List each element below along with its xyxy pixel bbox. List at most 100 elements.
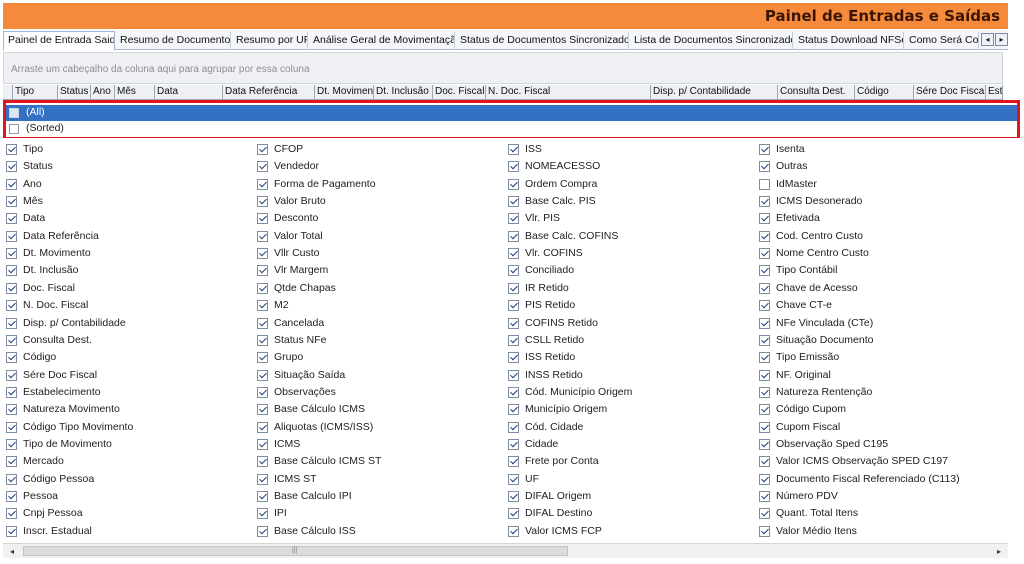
field-checkbox[interactable]: [6, 265, 17, 276]
field-checkbox[interactable]: [759, 144, 770, 155]
field-checkbox[interactable]: [508, 144, 519, 155]
field-checkbox[interactable]: [759, 179, 770, 190]
field-option[interactable]: Base Cálculo ISS: [254, 524, 494, 541]
field-checkbox[interactable]: [6, 526, 17, 537]
field-option[interactable]: Doc. Fiscal: [3, 281, 243, 298]
column-header-mes[interactable]: Mês: [115, 85, 155, 100]
tab-scroll-right-icon[interactable]: ▸: [995, 33, 1008, 46]
column-header-codigo[interactable]: Código: [855, 85, 914, 100]
field-checkbox[interactable]: [759, 370, 770, 381]
field-option[interactable]: ICMS: [254, 437, 494, 454]
field-checkbox[interactable]: [759, 300, 770, 311]
field-option[interactable]: Documento Fiscal Referenciado (C113): [756, 472, 996, 489]
field-checkbox[interactable]: [257, 300, 268, 311]
field-checkbox[interactable]: [759, 387, 770, 398]
field-option[interactable]: Base Calc. COFINS: [505, 229, 745, 246]
field-option[interactable]: Vendedor: [254, 159, 494, 176]
field-checkbox[interactable]: [257, 439, 268, 450]
field-checkbox[interactable]: [508, 474, 519, 485]
field-option[interactable]: COFINS Retido: [505, 316, 745, 333]
field-option[interactable]: Base Calculo IPI: [254, 489, 494, 506]
field-option[interactable]: NOMEACESSO: [505, 159, 745, 176]
field-option[interactable]: Cod. Centro Custo: [756, 229, 996, 246]
tab-resumo-uf[interactable]: Resumo por UF: [232, 32, 308, 50]
field-option[interactable]: INSS Retido: [505, 368, 745, 385]
field-checkbox[interactable]: [257, 387, 268, 398]
field-option[interactable]: Forma de Pagamento: [254, 177, 494, 194]
field-option[interactable]: Quant. Total Itens: [756, 506, 996, 523]
scroll-right-arrow-icon[interactable]: ▸: [992, 545, 1006, 558]
field-option[interactable]: UF: [505, 472, 745, 489]
group-by-panel[interactable]: Arraste um cabeçalho da coluna aqui para…: [3, 52, 1003, 84]
field-checkbox[interactable]: [508, 439, 519, 450]
field-checkbox[interactable]: [6, 144, 17, 155]
field-option[interactable]: ISS: [505, 142, 745, 159]
field-checkbox[interactable]: [508, 161, 519, 172]
column-header-sere-doc-fiscal[interactable]: Sére Doc Fiscal: [914, 85, 986, 100]
field-option[interactable]: M2: [254, 298, 494, 315]
field-option[interactable]: Status NFe: [254, 333, 494, 350]
field-checkbox[interactable]: [6, 196, 17, 207]
field-option[interactable]: N. Doc. Fiscal: [3, 298, 243, 315]
scrollbar-thumb[interactable]: |||: [23, 546, 568, 556]
field-checkbox[interactable]: [508, 508, 519, 519]
field-checkbox[interactable]: [6, 508, 17, 519]
field-checkbox[interactable]: [6, 439, 17, 450]
field-option[interactable]: Efetivada: [756, 211, 996, 228]
field-checkbox[interactable]: [257, 144, 268, 155]
field-checkbox[interactable]: [759, 474, 770, 485]
field-checkbox[interactable]: [257, 370, 268, 381]
field-option[interactable]: Data: [3, 211, 243, 228]
field-option[interactable]: Código: [3, 350, 243, 367]
field-checkbox[interactable]: [759, 248, 770, 259]
field-option[interactable]: Situação Documento: [756, 333, 996, 350]
field-option[interactable]: ICMS Desonerado: [756, 194, 996, 211]
tab-resumo-documentos[interactable]: Resumo de Documentos: [116, 32, 231, 50]
field-option[interactable]: Cancelada: [254, 316, 494, 333]
field-checkbox[interactable]: [759, 508, 770, 519]
field-option[interactable]: ISS Retido: [505, 350, 745, 367]
field-option[interactable]: Sére Doc Fiscal: [3, 368, 243, 385]
field-option[interactable]: NF. Original: [756, 368, 996, 385]
field-option[interactable]: IdMaster: [756, 177, 996, 194]
field-option[interactable]: Situação Saída: [254, 368, 494, 385]
field-checkbox[interactable]: [257, 404, 268, 415]
field-checkbox[interactable]: [508, 526, 519, 537]
field-option[interactable]: Vlr. PIS: [505, 211, 745, 228]
field-option[interactable]: Base Cálculo ICMS: [254, 402, 494, 419]
field-checkbox[interactable]: [6, 300, 17, 311]
field-checkbox[interactable]: [508, 491, 519, 502]
field-checkbox[interactable]: [508, 318, 519, 329]
field-option[interactable]: Tipo Contábil: [756, 263, 996, 280]
field-checkbox[interactable]: [6, 213, 17, 224]
field-checkbox[interactable]: [257, 196, 268, 207]
field-checkbox[interactable]: [508, 231, 519, 242]
field-option[interactable]: CSLL Retido: [505, 333, 745, 350]
field-option[interactable]: Natureza Rentenção: [756, 385, 996, 402]
field-option[interactable]: Valor ICMS Observação SPED C197: [756, 454, 996, 471]
field-checkbox[interactable]: [508, 404, 519, 415]
field-option[interactable]: Vllr Custo: [254, 246, 494, 263]
field-checkbox[interactable]: [508, 422, 519, 433]
field-checkbox[interactable]: [257, 508, 268, 519]
field-checkbox[interactable]: [6, 161, 17, 172]
field-checkbox[interactable]: [257, 422, 268, 433]
field-option[interactable]: Frete por Conta: [505, 454, 745, 471]
field-option[interactable]: DIFAL Destino: [505, 506, 745, 523]
horizontal-scrollbar[interactable]: ◂ ||| ▸: [3, 543, 1008, 558]
field-option[interactable]: Conciliado: [505, 263, 745, 280]
field-checkbox[interactable]: [257, 248, 268, 259]
field-option[interactable]: Valor Médio Itens: [756, 524, 996, 541]
field-checkbox[interactable]: [759, 161, 770, 172]
field-option[interactable]: Tipo Emissão: [756, 350, 996, 367]
field-option[interactable]: Ordem Compra: [505, 177, 745, 194]
field-option[interactable]: Valor ICMS FCP: [505, 524, 745, 541]
field-checkbox[interactable]: [508, 213, 519, 224]
field-option[interactable]: Data Referência: [3, 229, 243, 246]
field-option[interactable]: Mercado: [3, 454, 243, 471]
field-checkbox[interactable]: [257, 283, 268, 294]
field-checkbox[interactable]: [6, 283, 17, 294]
field-checkbox[interactable]: [6, 491, 17, 502]
field-checkbox[interactable]: [257, 213, 268, 224]
field-checkbox[interactable]: [759, 422, 770, 433]
